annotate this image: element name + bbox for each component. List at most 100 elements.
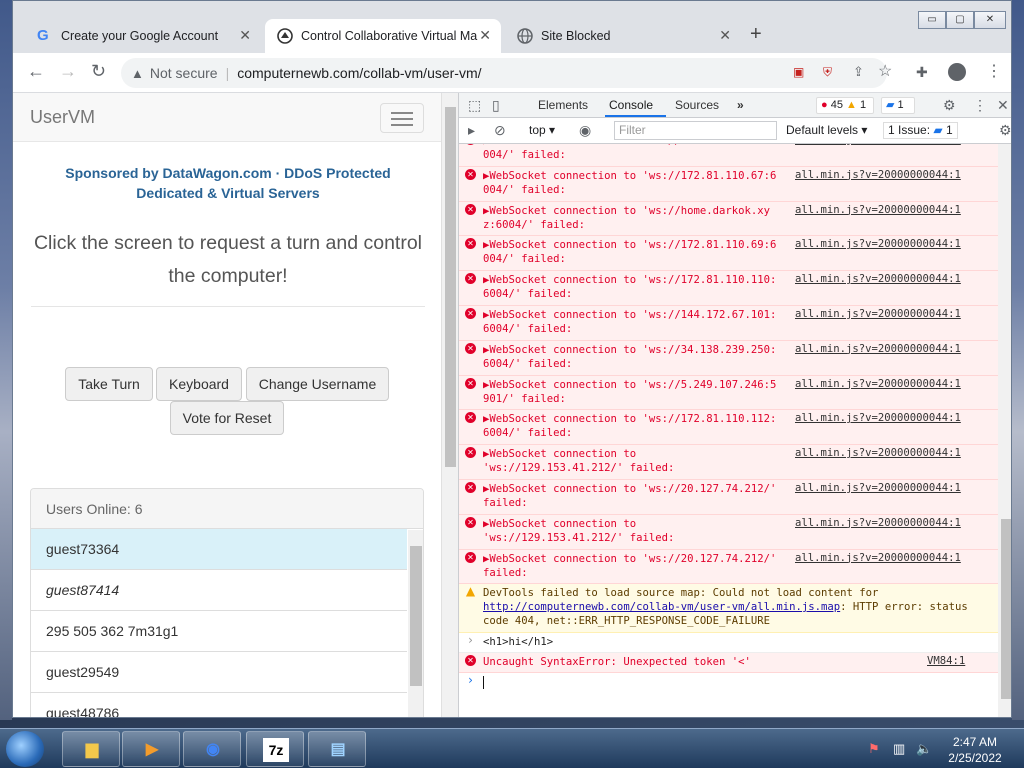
reload-icon[interactable]: ↻ xyxy=(91,61,106,82)
issues-button[interactable]: 1 Issue: ▰ 1 xyxy=(883,122,958,139)
error-text[interactable]: ▶WebSocket connection to 'ws://5.249.107… xyxy=(483,378,776,406)
inspect-element-icon[interactable]: ⬚ xyxy=(468,97,481,114)
log-levels-dropdown[interactable]: Default levels ▾ xyxy=(786,123,867,137)
error-source-link[interactable]: all.min.js?v=20000000044:1 xyxy=(795,273,961,285)
user-list-item[interactable]: guest48786 xyxy=(31,693,407,717)
user-list-item[interactable]: guest73364 xyxy=(31,529,407,570)
error-text[interactable]: ▶WebSocket connection to 'ws://172.81.11… xyxy=(483,144,776,162)
taskbar-7zip[interactable]: 7z xyxy=(246,731,304,767)
error-text[interactable]: ▶WebSocket connection to 'ws://172.81.11… xyxy=(483,273,776,301)
security-label[interactable]: Not secure xyxy=(150,65,218,81)
source-map-link[interactable]: http://computernewb.com/collab-vm/user-v… xyxy=(483,601,840,613)
insecure-content-icon[interactable]: ⛨ xyxy=(823,65,832,80)
console-settings-icon[interactable]: ⚙ xyxy=(999,122,1011,139)
error-source-link[interactable]: all.min.js?v=20000000044:1 xyxy=(795,517,961,529)
change-username-button[interactable]: Change Username xyxy=(246,367,389,401)
profile-avatar[interactable] xyxy=(948,63,966,81)
console-prompt[interactable]: › xyxy=(459,673,998,696)
error-source-link[interactable]: all.min.js?v=20000000044:1 xyxy=(795,447,961,459)
taskbar-explorer[interactable]: ▆ xyxy=(62,731,120,767)
blocked-content-icon[interactable]: ▣ xyxy=(793,65,804,79)
site-brand[interactable]: UserVM xyxy=(30,107,95,128)
console-filter-input[interactable]: Filter xyxy=(614,121,777,140)
error-source-link[interactable]: all.min.js?v=20000000044:1 xyxy=(795,144,961,146)
vote-for-reset-button[interactable]: Vote for Reset xyxy=(170,401,284,435)
user-list-item[interactable]: guest87414 xyxy=(31,570,407,611)
error-text[interactable]: ▶WebSocket connection to 'ws://172.81.11… xyxy=(483,412,776,440)
users-scrollbar[interactable] xyxy=(408,530,423,717)
url-text[interactable]: computernewb.com/collab-vm/user-vm/ xyxy=(237,65,481,81)
address-bar[interactable]: ▲ Not secure | computernewb.com/collab-v… xyxy=(121,58,887,88)
close-devtools-icon[interactable]: ✕ xyxy=(997,97,1009,114)
devtools-tab-elements[interactable]: Elements xyxy=(538,98,588,112)
tab-google-account[interactable]: G Create your Google Account ✕ xyxy=(25,19,261,53)
close-tab-icon[interactable]: ✕ xyxy=(719,27,731,44)
close-tab-icon[interactable]: ✕ xyxy=(479,27,491,44)
error-source-link[interactable]: all.min.js?v=20000000044:1 xyxy=(795,343,961,355)
user-list-item[interactable]: guest29549 xyxy=(31,652,407,693)
error-text[interactable]: ▶WebSocket connection to 'ws://129.153.4… xyxy=(483,447,674,475)
error-source-link[interactable]: all.min.js?v=20000000044:1 xyxy=(795,412,961,424)
error-text[interactable]: ▶WebSocket connection to 'ws://34.138.23… xyxy=(483,343,776,371)
action-center-icon[interactable]: ⚑ xyxy=(868,741,880,757)
live-expression-eye-icon[interactable]: ◉ xyxy=(579,122,591,139)
error-text[interactable]: ▶WebSocket connection to 'ws://20.127.74… xyxy=(483,482,776,510)
error-source-link[interactable]: all.min.js?v=20000000044:1 xyxy=(795,378,961,390)
back-icon[interactable]: ← xyxy=(27,61,45,82)
error-source-link[interactable]: VM84:1 xyxy=(927,655,965,667)
menu-kebab-icon[interactable]: ⋮ xyxy=(986,61,1002,81)
page-scrollbar[interactable] xyxy=(441,93,458,717)
taskbar-chrome[interactable]: ◉ xyxy=(183,731,241,767)
forward-icon[interactable]: → xyxy=(59,61,77,82)
start-button[interactable] xyxy=(6,731,44,767)
sidebar-toggle-icon[interactable]: ▸ xyxy=(468,122,475,139)
volume-icon[interactable]: 🔈 xyxy=(916,741,932,757)
more-tabs-icon[interactable]: » xyxy=(737,98,744,112)
error-text[interactable]: ▶WebSocket connection to 'ws://129.153.4… xyxy=(483,517,674,545)
network-tray-icon[interactable]: ▥ xyxy=(893,741,905,757)
scrollbar-thumb[interactable] xyxy=(445,107,456,467)
error-source-link[interactable]: all.min.js?v=20000000044:1 xyxy=(795,482,961,494)
system-clock[interactable]: 2:47 AM 2/25/2022 xyxy=(940,734,1010,766)
device-toolbar-icon[interactable]: ▯ xyxy=(492,97,500,114)
error-source-link[interactable]: all.min.js?v=20000000044:1 xyxy=(795,204,961,216)
taskbar-network[interactable]: ▤ xyxy=(308,731,366,767)
error-source-link[interactable]: all.min.js?v=20000000044:1 xyxy=(795,169,961,181)
taskbar-media-player[interactable]: ▶ xyxy=(122,731,180,767)
clear-console-icon[interactable]: ⊘ xyxy=(494,122,506,139)
error-text[interactable]: ▶WebSocket connection to 'ws://172.81.11… xyxy=(483,238,776,266)
close-window-button[interactable]: ✕ xyxy=(974,11,1006,29)
scrollbar-thumb[interactable] xyxy=(410,546,422,686)
console-scrollbar[interactable] xyxy=(998,144,1011,717)
share-icon[interactable]: ⇪ xyxy=(853,64,864,80)
new-tab-button[interactable]: + xyxy=(750,23,762,46)
bookmark-star-icon[interactable]: ☆ xyxy=(878,61,892,81)
take-turn-button[interactable]: Take Turn xyxy=(65,367,153,401)
error-text[interactable]: ▶WebSocket connection to 'ws://144.172.6… xyxy=(483,308,776,336)
warning-triangle-icon[interactable]: ▲ xyxy=(131,66,144,81)
error-source-link[interactable]: all.min.js?v=20000000044:1 xyxy=(795,238,961,250)
context-selector[interactable]: top ▾ xyxy=(529,123,555,137)
error-warning-badge[interactable]: ● 45 ▲ 1 xyxy=(816,97,874,114)
sponsor-link[interactable]: Sponsored by DataWagon.com · DDoS Protec… xyxy=(33,163,423,203)
close-tab-icon[interactable]: ✕ xyxy=(239,27,251,44)
error-text[interactable]: ▶WebSocket connection to 'ws://home.dark… xyxy=(483,204,770,232)
settings-gear-icon[interactable]: ⚙ xyxy=(943,97,956,114)
devtools-tab-sources[interactable]: Sources xyxy=(675,98,719,112)
error-source-link[interactable]: all.min.js?v=20000000044:1 xyxy=(795,308,961,320)
error-text[interactable]: ▶WebSocket connection to 'ws://20.127.74… xyxy=(483,552,776,580)
devtools-menu-icon[interactable]: ⋮ xyxy=(973,97,987,114)
tab-collabvm[interactable]: Control Collaborative Virtual Ma ✕ xyxy=(265,19,501,53)
error-source-link[interactable]: all.min.js?v=20000000044:1 xyxy=(795,552,961,564)
hamburger-menu-button[interactable] xyxy=(380,103,424,133)
minimize-button[interactable]: ▭ xyxy=(918,11,946,29)
keyboard-button[interactable]: Keyboard xyxy=(156,367,242,401)
extensions-icon[interactable]: ✚ xyxy=(916,64,928,81)
tab-site-blocked[interactable]: Site Blocked ✕ xyxy=(505,19,741,53)
scrollbar-thumb[interactable] xyxy=(1001,519,1011,699)
user-list-item[interactable]: 295 505 362 7m31g1 xyxy=(31,611,407,652)
error-text[interactable]: ▶WebSocket connection to 'ws://172.81.11… xyxy=(483,169,776,197)
issues-badge[interactable]: ▰ 1 xyxy=(881,97,915,114)
maximize-button[interactable]: ▢ xyxy=(946,11,974,29)
devtools-tab-console[interactable]: Console xyxy=(609,98,653,112)
